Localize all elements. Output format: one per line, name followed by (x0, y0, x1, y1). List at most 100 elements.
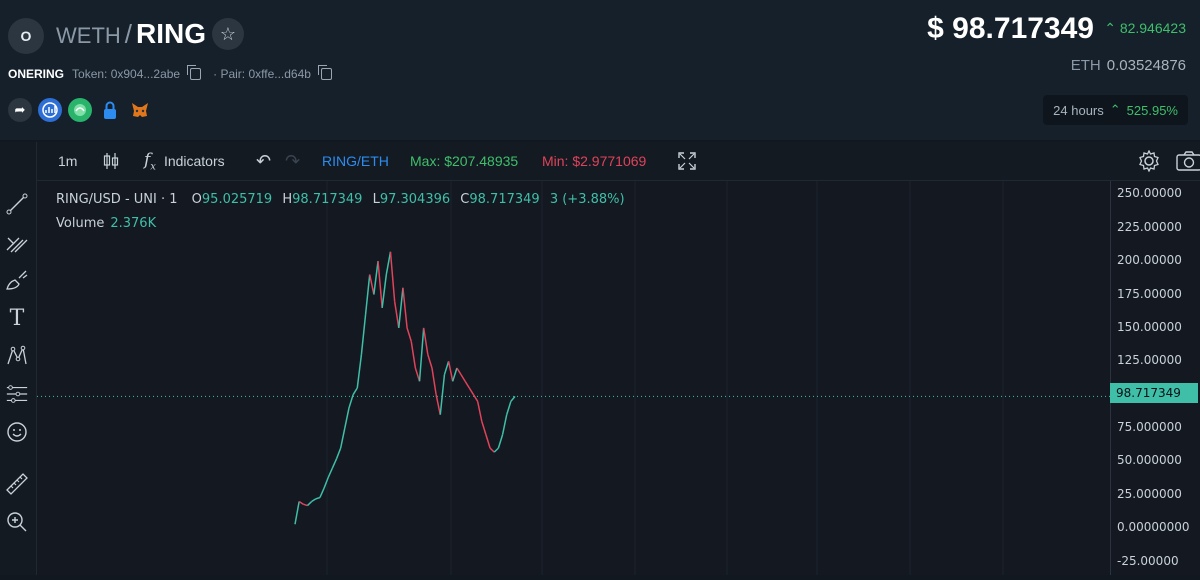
undo-icon[interactable]: ↶ (256, 142, 271, 180)
ruler-icon[interactable] (5, 472, 29, 496)
price-segment (460, 374, 466, 382)
eth-value: 0.03524876 (1106, 57, 1186, 74)
price-segment (443, 361, 450, 375)
trend-line-icon[interactable] (5, 192, 29, 216)
y-tick-label: 175.00000 (1117, 286, 1182, 301)
legend-symbol: RING/USD - UNI · 1 (56, 192, 178, 207)
price-segment (402, 287, 408, 328)
price-axis[interactable] (1110, 181, 1200, 575)
camera-icon[interactable] (1176, 142, 1200, 180)
pair-address: · Pair: 0xffe...d64b (213, 67, 311, 81)
price-segment (501, 414, 508, 435)
redo-icon[interactable]: ↷ (285, 142, 300, 180)
price-segment (364, 274, 371, 315)
price-segment (414, 367, 421, 382)
max-price: Max: $207.48935 (410, 153, 519, 169)
price-segment (464, 380, 470, 389)
chart-toolbar: 1m fx Indicators ↶ ↷ RING/ETH Max: $207.… (0, 142, 1200, 181)
price-segment (510, 395, 516, 402)
price-segment (352, 387, 358, 396)
price-segment (381, 274, 388, 308)
token-name: ONERING (8, 67, 65, 81)
indicators-label: Indicators (163, 153, 225, 169)
interval-selector[interactable]: 1m (58, 142, 77, 180)
y-tick-label: 225.00000 (1117, 219, 1182, 234)
price-chart[interactable] (37, 181, 1110, 575)
pair-separator: / (124, 19, 132, 49)
price-segment (368, 274, 375, 295)
price-segment (306, 501, 313, 507)
y-tick-label: 50.000000 (1117, 453, 1182, 468)
price-segment (331, 458, 338, 469)
current-price-tag: 98.717349 (1110, 383, 1198, 403)
price-segment (456, 367, 462, 376)
symbol-switch[interactable]: RING/ETH (322, 142, 389, 180)
price-segment (393, 301, 400, 329)
min-price: Min: $2.9771069 (542, 153, 647, 169)
pair-base: WETH (56, 23, 121, 48)
high-label: H (282, 192, 293, 207)
y-tick-label: -25.00000 (1117, 553, 1179, 568)
share-icon[interactable]: ➦ (8, 98, 32, 122)
copy-token-icon[interactable] (187, 65, 202, 80)
y-tick-label: 200.00000 (1117, 253, 1182, 268)
drawing-toolbar: T (0, 142, 37, 575)
copy-pair-icon[interactable] (317, 65, 332, 80)
price-segment (327, 467, 334, 478)
volume-legend: Volume 2.376K (56, 216, 156, 231)
period-label: 24 hours (1053, 102, 1104, 118)
settings-gear-icon[interactable] (1138, 142, 1160, 180)
lock-icon[interactable] (98, 98, 122, 122)
price-segment (493, 447, 499, 453)
price-segment (377, 261, 383, 308)
swap-icon[interactable] (68, 98, 92, 122)
y-tick-label: 25.000000 (1117, 486, 1182, 501)
y-tick-label: 125.00000 (1117, 353, 1182, 368)
low-value: 97.304396 (379, 192, 451, 207)
price-segment (427, 354, 433, 369)
price-segment (439, 374, 446, 415)
volume-label: Volume (56, 216, 105, 231)
fullscreen-icon[interactable] (678, 142, 696, 180)
price-segment (472, 394, 479, 402)
change-value: 3 (+3.88%) (549, 192, 625, 207)
price-segment (294, 501, 300, 525)
indicators-button[interactable]: fx Indicators (144, 142, 225, 180)
token-logo: O (8, 18, 44, 54)
price-segment (489, 447, 495, 453)
zoom-in-icon[interactable] (5, 510, 29, 534)
fib-tool-icon[interactable] (5, 230, 29, 254)
price-segment (431, 367, 437, 395)
close-label: C (460, 192, 470, 207)
high-value: 98.717349 (292, 192, 363, 207)
metamask-icon[interactable] (128, 98, 152, 122)
chart-canvas[interactable] (37, 181, 1110, 575)
price-segment (298, 500, 304, 505)
y-tick-label: 250.00000 (1117, 186, 1182, 201)
pattern-tool-icon[interactable] (5, 344, 29, 368)
measure-tool-icon[interactable] (5, 382, 29, 406)
y-tick-label: 75.000000 (1117, 420, 1182, 435)
price-segment (389, 251, 396, 302)
current-price: $ 98.717349 (927, 12, 1094, 45)
price-segment (476, 401, 483, 422)
text-tool-icon[interactable]: T (5, 306, 29, 331)
smiley-icon[interactable] (5, 420, 29, 444)
star-icon[interactable]: ☆ (212, 18, 244, 50)
eth-price-row: ETH 0.03524876 (1071, 57, 1186, 74)
price-segment (339, 427, 346, 449)
price-segment (335, 447, 342, 460)
y-tick-label: 0.00000000 (1117, 520, 1190, 535)
price-segment (468, 387, 475, 396)
price-segment (356, 354, 363, 389)
period-change-badge[interactable]: 24 hours ⌃ 525.95% (1043, 95, 1188, 125)
price-segment (344, 407, 350, 429)
price-segment (303, 503, 308, 507)
candles-icon[interactable] (102, 142, 120, 180)
price-segment (385, 251, 392, 275)
price-segment (360, 314, 367, 355)
chart-site-icon[interactable] (38, 98, 62, 122)
price-segment (435, 394, 442, 415)
brush-icon[interactable] (5, 268, 29, 292)
price-segment (315, 496, 321, 500)
